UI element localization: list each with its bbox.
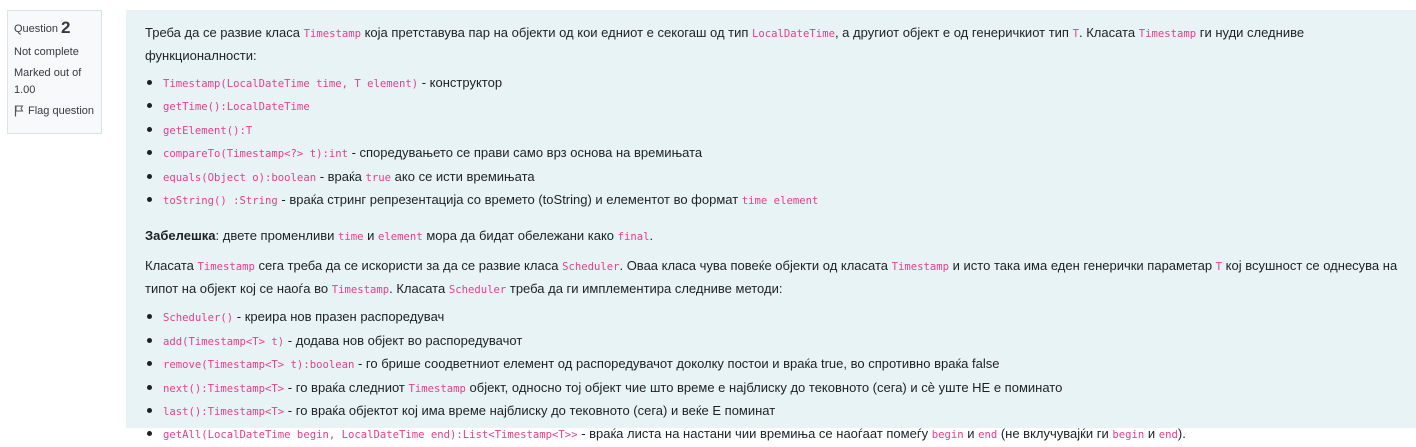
method-description: - го враќа објектот кој има време најбли…: [284, 403, 776, 419]
method-description: ).: [1177, 426, 1186, 442]
inline-code: final: [617, 231, 650, 244]
inline-code: end: [978, 429, 998, 442]
flag-question-label: Flag question: [28, 105, 95, 117]
inline-code: time element: [741, 195, 819, 208]
inline-code: Timestamp: [303, 28, 361, 40]
method-signature: getAll(LocalDateTime begin, LocalDateTim…: [163, 429, 578, 442]
method-signature: equals(Object o):boolean: [163, 171, 317, 184]
question-label: Question: [14, 23, 59, 35]
inline-code: Timestamp: [197, 261, 255, 274]
inline-code: begin: [1112, 429, 1145, 442]
list-item: getAll(LocalDateTime begin, LocalDateTim…: [147, 423, 1398, 446]
scheduler-text: . Оваа класа чува повеќе објекти од клас…: [619, 258, 892, 274]
inline-code: element: [378, 231, 423, 244]
method-description: и: [963, 426, 979, 442]
intro-text: која претставува пар на објекти од кои е…: [360, 25, 753, 40]
inline-code: Scheduler: [448, 284, 507, 297]
method-description: објект, односно тој објект чие што време…: [465, 379, 1063, 395]
inline-code: time: [338, 231, 364, 244]
intro-text: , а другиот објект е од генеричкиот тип: [834, 25, 1073, 40]
question-number: Question 2: [14, 17, 95, 40]
method-description: - го враќа следниот: [284, 379, 409, 395]
flag-question-button[interactable]: Flag question: [14, 105, 95, 117]
method-description: - враќа стринг репрезентација со времето…: [277, 192, 742, 208]
method-description: - конструктор: [418, 75, 503, 90]
list-item: last():Timestamp<T> - го враќа објектот …: [147, 400, 1398, 423]
list-item: add(Timestamp<T> t) - додава нов објект …: [147, 330, 1398, 353]
method-description: (не вклучувајќи ги: [997, 426, 1113, 442]
inline-code: LocalDateTime: [752, 28, 835, 40]
method-description: и: [1144, 426, 1159, 442]
question-info-panel: Question 2 Not complete Marked out of 1.0…: [7, 10, 102, 134]
inline-code: true: [365, 171, 392, 184]
list-item: getTime():LocalDateTime: [147, 95, 1398, 118]
scheduler-methods-list: Scheduler() - креира нов празен распоред…: [145, 306, 1398, 446]
method-signature: getTime():LocalDateTime: [163, 101, 310, 114]
list-item: getElement():T: [147, 119, 1398, 142]
question-number-value: 2: [61, 18, 71, 37]
inline-code: Timestamp: [1138, 28, 1197, 40]
scheduler-paragraph: Класата Timestamp сега треба да се искор…: [145, 255, 1398, 301]
scheduler-text: сега треба да се искористи за да се разв…: [254, 258, 563, 274]
inline-code: Timestamp: [331, 284, 390, 297]
scheduler-text: треба да ги имплементира следниве методи…: [506, 281, 783, 297]
note-text: : двете променливи: [215, 228, 339, 244]
timestamp-methods-list: Timestamp(LocalDateTime time, T element)…: [145, 72, 1398, 212]
intro-text: Треба да се развие класа: [145, 25, 304, 40]
method-signature: toString() :String: [163, 195, 278, 208]
question-text: Треба да се развие класа Timestamp која …: [126, 10, 1416, 441]
method-description: - го брише соодветниот елемент од распор…: [354, 356, 1000, 372]
inline-code: Timestamp: [408, 382, 466, 395]
scheduler-text: Класата: [145, 258, 198, 274]
method-signature: last():Timestamp<T>: [163, 406, 285, 419]
method-description: - додава нов објект во распоредувачот: [284, 332, 523, 348]
inline-code: end: [1158, 429, 1178, 442]
inline-code: begin: [931, 429, 964, 442]
method-signature: remove(Timestamp<T> t):boolean: [163, 359, 355, 372]
list-item: Scheduler() - креира нов празен распоред…: [147, 306, 1398, 329]
method-description: - враќа: [316, 168, 366, 184]
intro-paragraph: Треба да се развие класа Timestamp која …: [145, 22, 1398, 66]
flag-icon: [14, 105, 24, 117]
scheduler-text: . Класата: [389, 281, 449, 297]
inline-code: Timestamp: [891, 261, 950, 274]
method-description: - креира нов празен распоредувач: [233, 309, 445, 325]
note-text: мора да бидат обележани како: [422, 228, 618, 244]
note-text: и: [363, 228, 379, 244]
list-item: Timestamp(LocalDateTime time, T element)…: [147, 72, 1398, 95]
list-item: remove(Timestamp<T> t):boolean - го бриш…: [147, 353, 1398, 376]
scheduler-text: и исто така има еден генерички параметар: [949, 258, 1216, 274]
list-item: equals(Object o):boolean - враќа true ак…: [147, 166, 1398, 189]
question-grade: Marked out of 1.00: [14, 67, 82, 96]
list-item: next():Timestamp<T> - го враќа следниот …: [147, 377, 1398, 400]
question-status: Not complete: [14, 46, 79, 58]
method-signature: getElement():T: [163, 124, 253, 137]
method-signature: compareTo(Timestamp<?> t):int: [163, 148, 348, 161]
list-item: toString() :String - враќа стринг репрез…: [147, 189, 1398, 212]
method-description: - враќа листа на настани чии времиња се …: [577, 426, 932, 442]
note-label: Забелешка: [145, 228, 216, 244]
method-signature: Timestamp(LocalDateTime time, T element): [163, 78, 419, 90]
note-text: .: [649, 228, 654, 244]
intro-text: . Класата: [1078, 25, 1139, 40]
method-signature: Scheduler(): [163, 312, 234, 325]
method-signature: add(Timestamp<T> t): [163, 335, 285, 348]
method-description: ако се исти времињата: [391, 168, 535, 184]
note-paragraph: Забелешка: двете променливи time и eleme…: [145, 225, 1398, 248]
list-item: compareTo(Timestamp<?> t):int - споредув…: [147, 142, 1398, 165]
method-description: - споредувањето се прави само врз основа…: [347, 145, 703, 161]
inline-code: Scheduler: [562, 261, 620, 274]
method-signature: next():Timestamp<T>: [163, 382, 285, 395]
